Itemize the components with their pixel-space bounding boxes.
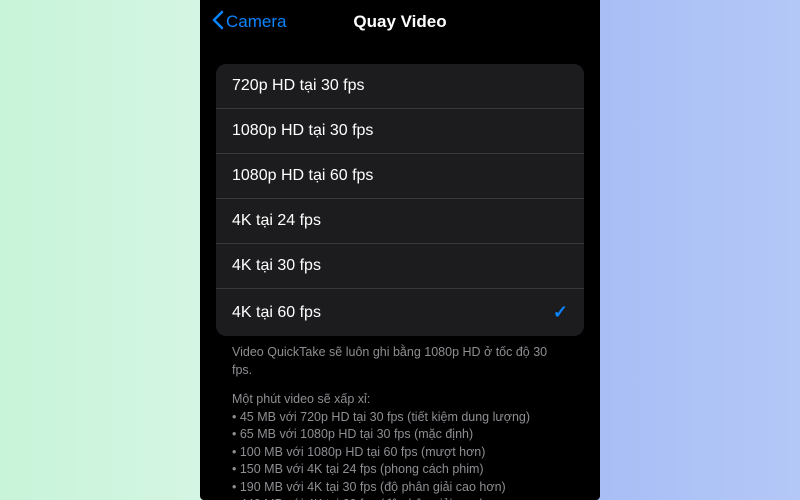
checkmark-icon: ✓ — [553, 302, 568, 323]
size-line: • 440 MB với 4K tại 60 fps (độ phân giải… — [232, 496, 568, 500]
video-option[interactable]: 4K tại 24 fps — [216, 199, 584, 244]
option-label: 1080p HD tại 60 fps — [232, 167, 373, 185]
content-area: 720p HD tại 30 fps 1080p HD tại 30 fps 108… — [200, 44, 600, 500]
video-options-list: 720p HD tại 30 fps 1080p HD tại 30 fps 108… — [216, 64, 584, 336]
video-option[interactable]: 4K tại 60 fps ✓ — [216, 289, 584, 336]
option-label: 4K tại 30 fps — [232, 257, 321, 275]
video-option[interactable]: 720p HD tại 30 fps — [216, 64, 584, 109]
phone-screen: Camera Quay Video 720p HD tại 30 fps 1080… — [200, 0, 600, 500]
footer-text: Video QuickTake sẽ luôn ghi bằng 1080p H… — [216, 336, 584, 500]
size-lines: • 45 MB với 720p HD tại 30 fps (tiết kiệ… — [232, 409, 568, 500]
video-option[interactable]: 1080p HD tại 60 fps — [216, 154, 584, 199]
chevron-left-icon — [212, 10, 224, 35]
quicktake-note: Video QuickTake sẽ luôn ghi bằng 1080p H… — [232, 344, 568, 379]
option-label: 1080p HD tại 30 fps — [232, 122, 373, 140]
nav-bar: Camera Quay Video — [200, 0, 600, 44]
back-label: Camera — [226, 12, 286, 32]
option-label: 4K tại 24 fps — [232, 212, 321, 230]
video-option[interactable]: 1080p HD tại 30 fps — [216, 109, 584, 154]
option-label: 720p HD tại 30 fps — [232, 77, 365, 95]
size-line: • 65 MB với 1080p HD tại 30 fps (mặc địn… — [232, 426, 568, 444]
size-intro: Một phút video sẽ xấp xỉ: — [232, 391, 568, 409]
size-line: • 100 MB với 1080p HD tại 60 fps (mượt h… — [232, 444, 568, 462]
option-label: 4K tại 60 fps — [232, 304, 321, 322]
size-line: • 45 MB với 720p HD tại 30 fps (tiết kiệ… — [232, 409, 568, 427]
size-line: • 150 MB với 4K tại 24 fps (phong cách p… — [232, 461, 568, 479]
size-line: • 190 MB với 4K tại 30 fps (độ phân giải… — [232, 479, 568, 497]
video-option[interactable]: 4K tại 30 fps — [216, 244, 584, 289]
page-title: Quay Video — [353, 12, 446, 32]
back-button[interactable]: Camera — [212, 10, 286, 35]
